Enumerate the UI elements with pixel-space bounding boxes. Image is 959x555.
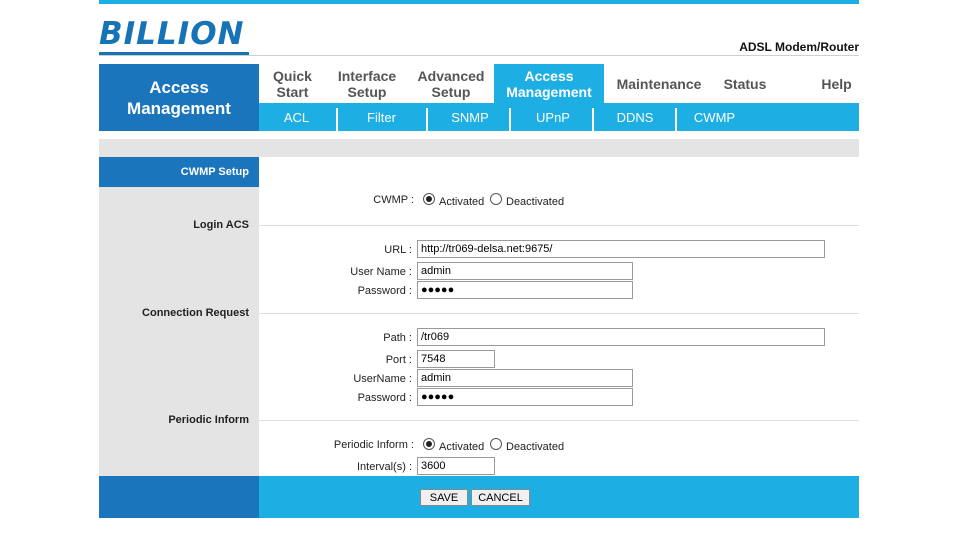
save-button[interactable]: SAVE (420, 489, 468, 506)
cancel-button[interactable]: CANCEL (471, 489, 530, 506)
periodic-inform-label: Periodic Inform : (333, 439, 414, 451)
conn-username-label: UserName : (353, 373, 412, 385)
cwmp-activated-radio[interactable] (423, 193, 435, 205)
acs-url-label: URL : (384, 244, 412, 256)
interval-input[interactable] (417, 457, 495, 475)
login-acs-heading: Login ACS (193, 219, 249, 231)
connection-request-heading: Connection Request (142, 307, 249, 319)
conn-password-input[interactable] (417, 388, 633, 406)
tab-status[interactable]: Status (714, 64, 776, 103)
conn-path-input[interactable] (417, 328, 825, 346)
subtab-snmp[interactable]: SNMP (429, 103, 511, 131)
cwmp-deactivated-radio[interactable] (490, 193, 502, 205)
footer-button-bar (259, 476, 859, 518)
section-divider (259, 225, 859, 226)
acs-username-input[interactable] (417, 262, 633, 280)
main-nav: Quick Start Interface Setup Advanced Set… (259, 64, 859, 103)
tab-access-management[interactable]: Access Management (494, 64, 604, 103)
acs-username-label: User Name : (350, 266, 412, 278)
tab-advanced-setup[interactable]: Advanced Setup (408, 64, 494, 103)
periodic-activated-label: Activated (439, 441, 485, 453)
section-divider (259, 420, 859, 421)
conn-path-label: Path : (383, 332, 412, 344)
periodic-deactivated-label: Deactivated (506, 441, 565, 453)
conn-port-label: Port : (385, 354, 412, 366)
subtab-acl[interactable]: ACL (259, 103, 334, 131)
tab-help[interactable]: Help (799, 64, 874, 103)
subtab-cwmp[interactable]: CWMP (678, 103, 751, 131)
billion-logo: BILLION (99, 16, 249, 56)
sub-nav: ACL Filter SNMP UPnP DDNS CWMP (259, 103, 859, 131)
tab-maintenance[interactable]: Maintenance (604, 64, 714, 103)
acs-password-label: Password : (357, 285, 412, 297)
conn-password-label: Password : (357, 392, 412, 404)
subnav-separator (426, 108, 428, 131)
product-name: ADSL Modem/Router (739, 40, 859, 54)
subnav-separator (509, 108, 511, 131)
footer-left-block (99, 476, 259, 518)
subnav-separator (336, 108, 338, 131)
section-divider (259, 313, 859, 314)
content-top-bar (99, 139, 859, 157)
tab-interface-setup[interactable]: Interface Setup (326, 64, 408, 103)
cwmp-activated-label: Activated (439, 196, 485, 208)
tab-quick-start[interactable]: Quick Start (259, 64, 326, 103)
cwmp-label: CWMP : (373, 194, 414, 206)
subtab-filter[interactable]: Filter (339, 103, 424, 131)
periodic-deactivated-radio[interactable] (490, 438, 502, 450)
cwmp-setup-heading: CWMP Setup (99, 157, 259, 187)
acs-password-input[interactable] (417, 281, 633, 299)
subnav-separator (592, 108, 594, 131)
acs-url-input[interactable] (417, 240, 825, 258)
subtab-ddns[interactable]: DDNS (595, 103, 675, 131)
logo-text: BILLION (99, 16, 245, 52)
section-title: Access Management (99, 64, 259, 131)
conn-username-input[interactable] (417, 369, 633, 387)
cwmp-deactivated-label: Deactivated (506, 196, 565, 208)
header-divider (99, 55, 859, 56)
interval-label: Interval(s) : (356, 461, 412, 473)
periodic-activated-radio[interactable] (423, 438, 435, 450)
subnav-separator (675, 108, 677, 131)
top-accent-bar (99, 0, 859, 4)
conn-port-input[interactable] (417, 350, 495, 368)
subtab-upnp[interactable]: UPnP (512, 103, 594, 131)
periodic-inform-heading: Periodic Inform (168, 414, 249, 426)
